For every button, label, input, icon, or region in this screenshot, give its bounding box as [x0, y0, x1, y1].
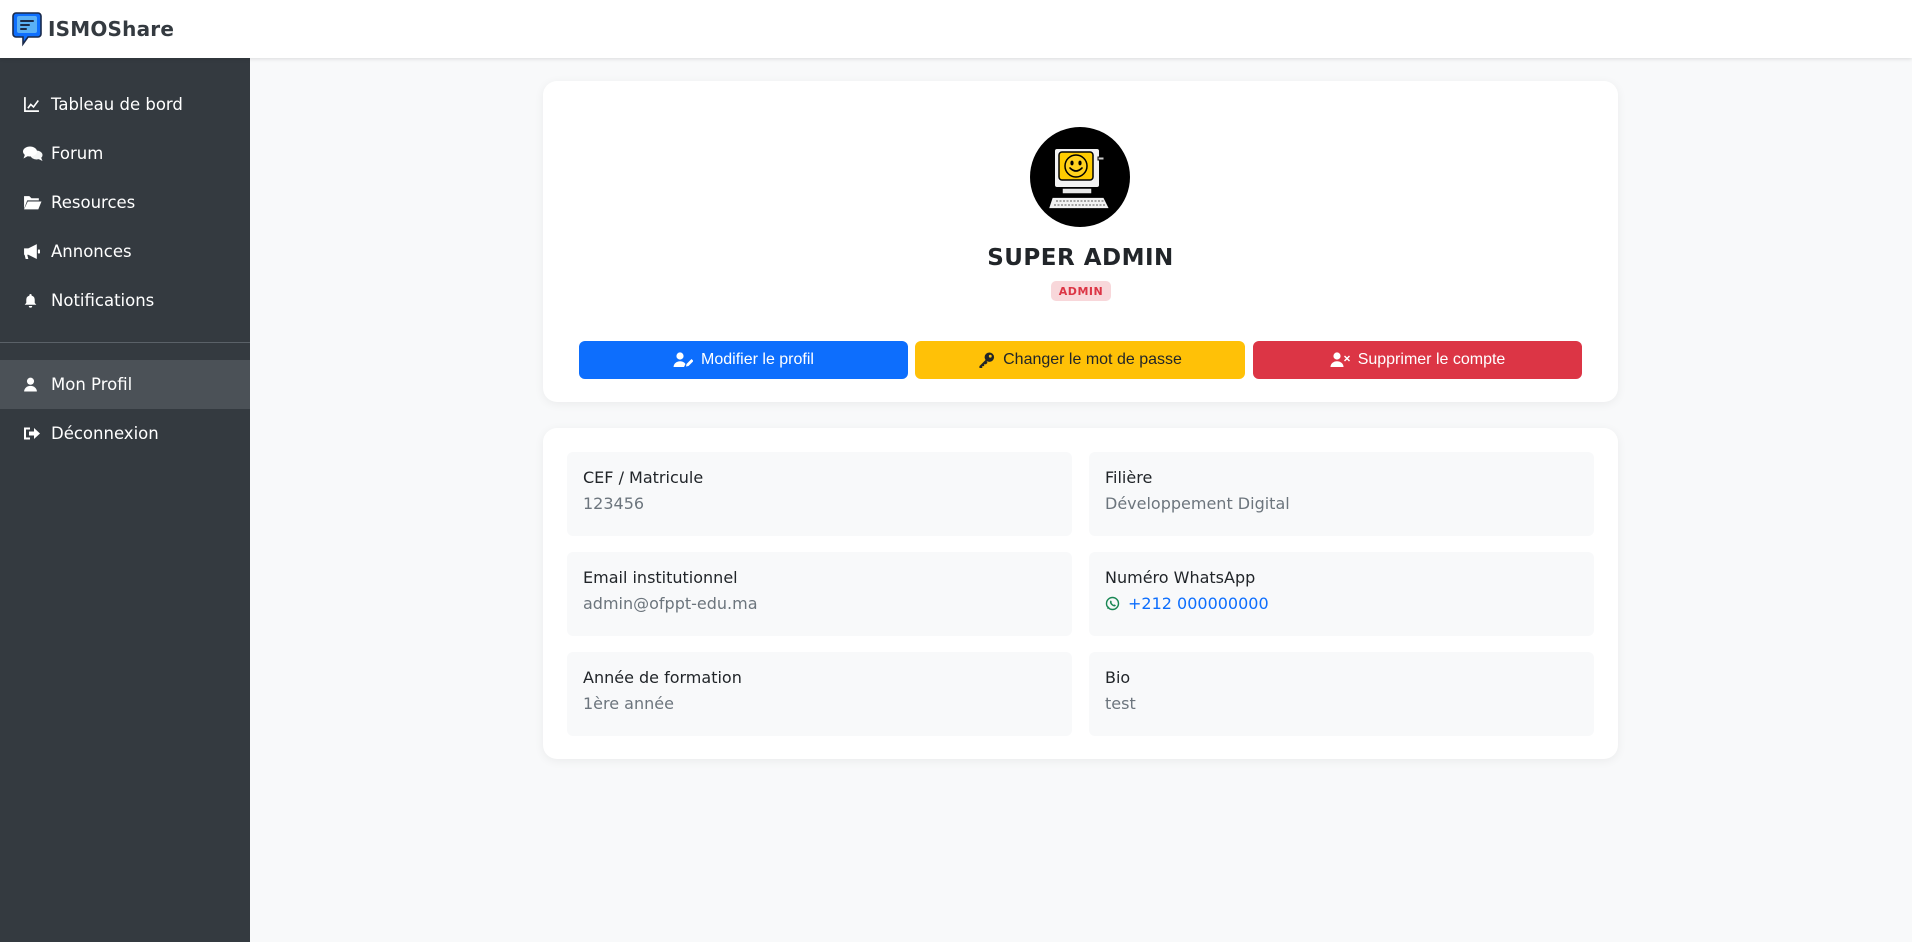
sidebar: Tableau de bord Forum Resources Annonces… [0, 58, 250, 942]
sidebar-item-notifications[interactable]: Notifications [0, 276, 250, 325]
comments-icon [23, 143, 45, 165]
sidebar-item-label: Mon Profil [51, 375, 133, 394]
field-label: Bio [1105, 668, 1131, 687]
field-whatsapp: Numéro WhatsApp +212 000000000 [1089, 552, 1594, 636]
whatsapp-number[interactable]: +212 000000000 [1128, 594, 1269, 613]
main-content: SUPER ADMIN ADMIN Modifier le profil Cha… [250, 58, 1912, 942]
field-bio: Bio test [1089, 652, 1594, 736]
field-cef: CEF / Matricule 123456 [567, 452, 1072, 536]
folder-open-icon [23, 192, 45, 214]
key-icon [979, 352, 995, 369]
sidebar-item-label: Déconnexion [51, 424, 159, 443]
field-label: Filière [1105, 468, 1153, 487]
sidebar-item-resources[interactable]: Resources [0, 178, 250, 227]
role-badge: ADMIN [1051, 281, 1111, 301]
sidebar-item-label: Annonces [51, 242, 132, 261]
field-label: Email institutionnel [583, 568, 738, 587]
field-value: Développement Digital [1105, 494, 1290, 513]
field-label: CEF / Matricule [583, 468, 704, 487]
bell-icon [23, 290, 45, 312]
chart-line-icon [23, 94, 45, 116]
sign-out-icon [23, 423, 45, 445]
sidebar-item-forum[interactable]: Forum [0, 129, 250, 178]
edit-profile-label: Modifier le profil [701, 351, 814, 368]
user-times-icon [1330, 352, 1350, 367]
bullhorn-icon [23, 241, 45, 263]
profile-name: SUPER ADMIN [987, 245, 1174, 271]
sidebar-divider [0, 342, 250, 343]
sidebar-item-label: Tableau de bord [51, 95, 183, 114]
sidebar-item-label: Notifications [51, 291, 155, 310]
delete-account-label: Supprimer le compte [1357, 351, 1506, 368]
field-value: admin@ofppt-edu.ma [583, 594, 758, 613]
field-value: test [1105, 694, 1136, 713]
brand-name[interactable]: ISMOShare [48, 17, 174, 41]
change-password-label: Changer le mot de passe [1003, 351, 1182, 368]
whatsapp-icon [1105, 596, 1120, 611]
edit-profile-button[interactable]: Modifier le profil [579, 341, 908, 379]
sidebar-item-tableau-de-bord[interactable]: Tableau de bord [0, 80, 250, 129]
field-annee: Année de formation 1ère année [567, 652, 1072, 736]
field-value: 123456 [583, 494, 645, 513]
change-password-button[interactable]: Changer le mot de passe [915, 341, 1245, 379]
profile-card: SUPER ADMIN ADMIN Modifier le profil Cha… [543, 81, 1618, 402]
sidebar-item-label: Forum [51, 144, 104, 163]
profile-info-card: CEF / Matricule 123456 Filière Développe… [543, 428, 1618, 759]
user-edit-icon [673, 352, 694, 367]
sidebar-item-label: Resources [51, 193, 136, 212]
whatsapp-link[interactable]: +212 000000000 [1105, 594, 1578, 613]
sidebar-item-annonces[interactable]: Annonces [0, 227, 250, 276]
field-label: Année de formation [583, 668, 742, 687]
avatar [1030, 127, 1130, 227]
sidebar-item-mon-profil[interactable]: Mon Profil [0, 360, 250, 409]
field-email: Email institutionnel admin@ofppt-edu.ma [567, 552, 1072, 636]
sidebar-item-deconnexion[interactable]: Déconnexion [0, 409, 250, 458]
user-icon [23, 374, 45, 396]
chat-logo-icon[interactable] [12, 11, 42, 47]
delete-account-button[interactable]: Supprimer le compte [1253, 341, 1582, 379]
top-navbar: ISMOShare [0, 0, 1912, 58]
field-value: 1ère année [583, 694, 674, 713]
field-label: Numéro WhatsApp [1105, 568, 1256, 587]
field-filiere: Filière Développement Digital [1089, 452, 1594, 536]
